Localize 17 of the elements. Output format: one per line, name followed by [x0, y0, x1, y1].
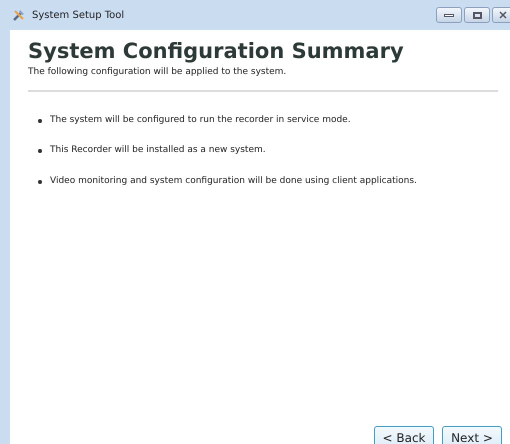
maximize-icon	[472, 12, 482, 18]
summary-item: This Recorder will be installed as a new system.	[50, 144, 266, 158]
bullet-icon	[38, 180, 42, 184]
close-icon	[499, 11, 507, 19]
page-subtitle: The following configuration will be applied to the system.	[28, 66, 288, 80]
summary-item: Video monitoring and system configuration will be done using client applications.	[50, 174, 417, 188]
maximize-button[interactable]	[464, 7, 490, 23]
summary-item: The system will be configured to run the recorder in service mode.	[50, 114, 351, 127]
back-button[interactable]: < Back	[374, 426, 434, 444]
next-button[interactable]: Next >	[442, 426, 502, 444]
tools-icon	[12, 8, 26, 22]
bullet-icon	[38, 149, 42, 153]
page-title: System Configuration Summary	[28, 38, 405, 64]
window-title: System Setup Tool	[32, 8, 124, 22]
minimize-button[interactable]	[436, 7, 462, 23]
minimize-icon	[444, 14, 454, 16]
bullet-icon	[38, 118, 42, 122]
